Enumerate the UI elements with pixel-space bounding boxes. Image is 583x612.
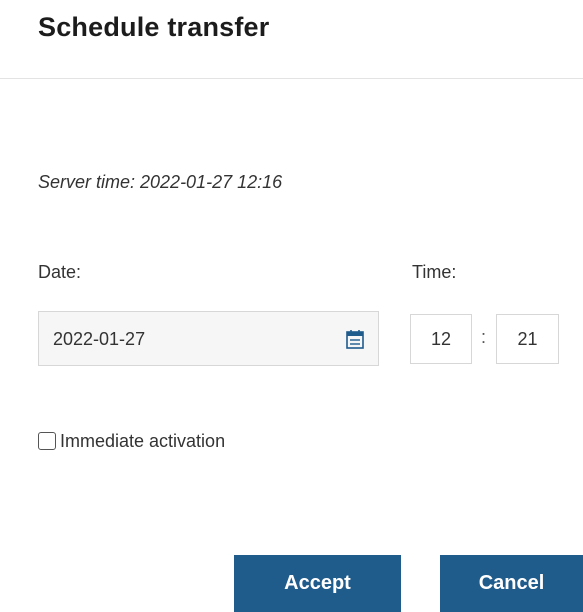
dialog-title: Schedule transfer	[38, 12, 270, 42]
date-value: 2022-01-27	[53, 329, 146, 349]
time-label: Time:	[412, 262, 457, 282]
date-input[interactable]: 2022-01-27	[38, 311, 379, 366]
cancel-button[interactable]: Cancel	[440, 555, 583, 612]
hour-input[interactable]: 12	[410, 314, 472, 364]
calendar-icon[interactable]	[346, 329, 364, 349]
minute-input[interactable]: 21	[496, 314, 559, 364]
immediate-activation-option[interactable]: Immediate activation	[38, 427, 225, 455]
server-time-text: Server time: 2022-01-27 12:16	[38, 172, 283, 192]
title-divider	[0, 78, 583, 79]
immediate-activation-checkbox[interactable]	[38, 432, 56, 450]
date-label: Date:	[38, 262, 82, 282]
immediate-activation-label[interactable]: Immediate activation	[60, 431, 225, 452]
schedule-transfer-dialog: Schedule transfer Server time: 2022-01-2…	[0, 0, 583, 612]
time-separator: :	[481, 327, 487, 347]
accept-button[interactable]: Accept	[234, 555, 401, 612]
